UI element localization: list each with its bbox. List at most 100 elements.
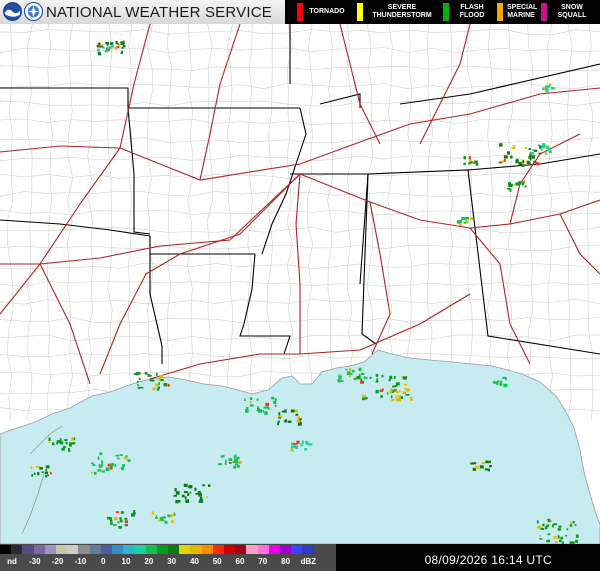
radar-echo bbox=[463, 156, 467, 160]
radar-echo bbox=[262, 410, 265, 413]
dbz-swatch bbox=[291, 545, 304, 554]
radar-echo bbox=[507, 151, 510, 155]
radar-echo bbox=[96, 48, 100, 51]
warning-label: FLASH FLOOD bbox=[459, 4, 485, 19]
radar-echo bbox=[380, 395, 383, 398]
radar-echo bbox=[111, 44, 114, 48]
timestamp: 08/09/2026 16:14 UTC bbox=[424, 553, 552, 567]
radar-echo bbox=[489, 465, 492, 468]
radar-echo bbox=[487, 468, 490, 472]
radar-echo bbox=[45, 474, 48, 478]
radar-echo bbox=[120, 511, 124, 514]
radar-echo bbox=[59, 438, 62, 442]
radar-echo bbox=[500, 160, 504, 163]
radar-echo bbox=[249, 397, 253, 400]
radar-echo bbox=[71, 437, 74, 441]
radar-echo bbox=[140, 386, 144, 389]
radar-echo bbox=[110, 466, 113, 470]
radar-echo bbox=[117, 457, 120, 460]
radar-echo bbox=[65, 441, 68, 445]
radar-echo bbox=[481, 462, 486, 465]
radar-echo bbox=[115, 454, 119, 457]
dbz-swatch bbox=[190, 545, 203, 554]
radar-echo bbox=[398, 390, 401, 393]
radar-echo bbox=[398, 395, 401, 398]
radar-echo bbox=[402, 391, 406, 394]
radar-echo bbox=[185, 499, 189, 503]
radar-echo bbox=[410, 396, 413, 399]
radar-echo bbox=[375, 389, 379, 394]
radar-echo bbox=[113, 524, 117, 526]
radar-echo bbox=[293, 445, 296, 448]
radar-echo bbox=[183, 491, 188, 493]
radar-echo bbox=[485, 460, 489, 464]
radar-echo bbox=[50, 471, 52, 475]
radar-echo bbox=[136, 372, 140, 375]
radar-echo bbox=[547, 533, 551, 536]
warning-legend: TORNADO SEVERE THUNDERSTORM FLASH FLOOD SPECI… bbox=[285, 0, 600, 24]
radar-echo bbox=[395, 382, 400, 386]
radar-echo bbox=[102, 47, 105, 49]
radar-echo bbox=[540, 148, 544, 151]
radar-echo bbox=[533, 149, 538, 152]
radar-echo bbox=[466, 221, 469, 224]
radar-echo bbox=[147, 374, 151, 377]
radar-echo bbox=[273, 400, 277, 404]
radar-echo bbox=[187, 492, 190, 496]
radar-echo bbox=[459, 220, 462, 223]
radar-echo bbox=[155, 383, 159, 387]
radar-echo bbox=[72, 442, 76, 445]
radar-echo bbox=[174, 488, 177, 492]
radar-echo bbox=[470, 161, 473, 164]
dbz-swatch bbox=[246, 545, 259, 554]
radar-echo bbox=[300, 443, 303, 447]
radar-echo bbox=[458, 223, 463, 226]
radar-echo bbox=[346, 371, 351, 375]
warning-swatch bbox=[357, 3, 363, 21]
radar-echo bbox=[115, 41, 118, 44]
radar-echo bbox=[122, 464, 125, 467]
dbz-swatch bbox=[123, 545, 136, 554]
radar-echo bbox=[106, 43, 109, 46]
radar-echo bbox=[246, 407, 249, 411]
radar-map[interactable] bbox=[0, 24, 600, 544]
dbz-swatch bbox=[302, 545, 315, 554]
radar-echo bbox=[97, 50, 100, 53]
radar-echo bbox=[464, 217, 469, 220]
radar-echo bbox=[461, 217, 466, 221]
radar-echo bbox=[349, 368, 351, 371]
radar-echo bbox=[293, 443, 298, 445]
warning-label: TORNADO bbox=[309, 8, 345, 15]
radar-echo bbox=[566, 528, 569, 530]
warning-legend-item-3: SPECIAL MARINE bbox=[497, 0, 537, 24]
radar-echo bbox=[499, 143, 503, 147]
radar-echo bbox=[100, 44, 104, 46]
radar-echo bbox=[167, 383, 170, 387]
radar-echo bbox=[357, 376, 361, 380]
radar-echo bbox=[574, 524, 577, 526]
radar-echo bbox=[124, 517, 128, 520]
radar-echo bbox=[405, 388, 410, 392]
radar-echo bbox=[132, 512, 135, 515]
radar-echo bbox=[508, 182, 511, 186]
radar-echo bbox=[542, 523, 545, 527]
radar-echo bbox=[552, 523, 554, 528]
dbz-swatch bbox=[67, 545, 80, 554]
warning-swatch bbox=[497, 3, 503, 21]
dbz-swatch bbox=[168, 545, 180, 554]
radar-echo bbox=[391, 398, 395, 402]
radar-echo bbox=[183, 483, 188, 487]
radar-echo bbox=[73, 437, 76, 441]
radar-echo bbox=[198, 500, 202, 503]
radar-echo bbox=[572, 521, 575, 524]
radar-echo bbox=[499, 380, 503, 383]
radar-echo bbox=[340, 380, 344, 382]
radar-echo bbox=[575, 539, 579, 543]
radar-echo bbox=[410, 398, 413, 401]
footer-bar: nd -30 -20 -10 0 10 20 30 40 50 60 70 80 dBZ 08/09/20… bbox=[0, 544, 600, 571]
dbz-swatch bbox=[179, 545, 192, 554]
dbz-swatch bbox=[112, 545, 124, 554]
radar-echo bbox=[167, 515, 171, 518]
dbz-swatch bbox=[11, 545, 24, 554]
radar-echo bbox=[522, 160, 524, 164]
